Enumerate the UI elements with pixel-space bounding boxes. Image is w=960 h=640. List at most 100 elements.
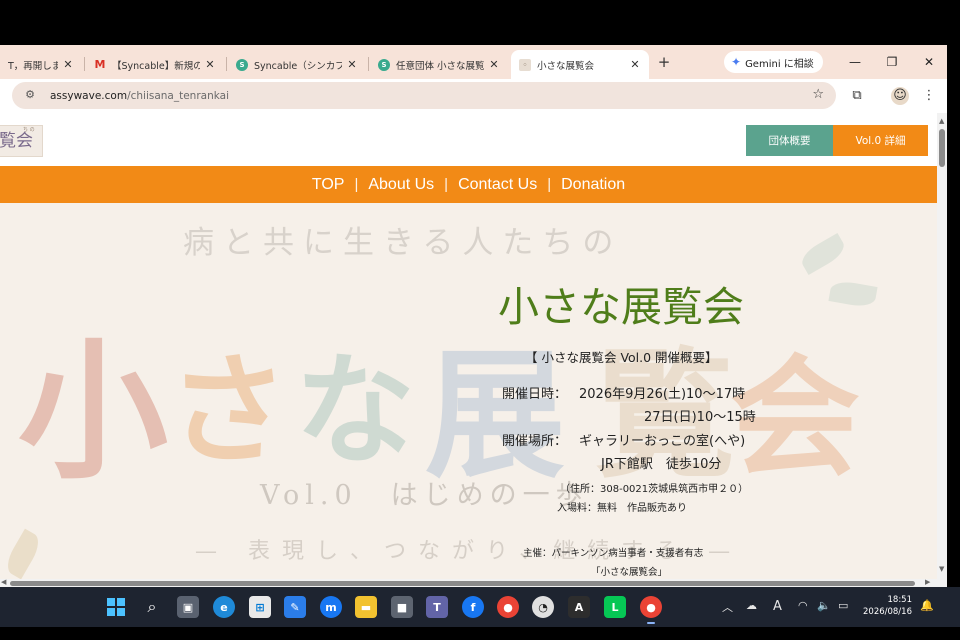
messenger-icon[interactable]: m — [320, 596, 342, 618]
close-tab-icon[interactable]: ✕ — [62, 58, 74, 71]
tab-title: 【Syncable】新規の — [112, 60, 200, 72]
admission-info: 入場料：無料 作品販売あり — [557, 503, 687, 514]
web-page: 覧会 ち の 団体概要 Vol.0 詳細 TOP | About Us | Co… — [0, 113, 937, 579]
place-line-2: JR下館駅 徒歩10分 — [601, 457, 722, 472]
file-explorer-icon[interactable]: ▬ — [355, 596, 377, 618]
url-host: assywave.com — [50, 89, 128, 102]
vertical-scrollbar[interactable]: ▲ ▼ — [937, 113, 947, 579]
clock-time: 18:51 — [887, 595, 913, 605]
restore-button[interactable]: ❐ — [882, 53, 902, 71]
tab-separator — [84, 57, 85, 71]
url-text[interactable]: assywave.com/chiisana_tenrankai — [50, 90, 229, 102]
tab-title: Syncable（シンカブ — [254, 60, 342, 72]
chrome-icon[interactable]: ● — [497, 596, 519, 618]
nav-about-us[interactable]: About Us — [358, 176, 444, 194]
ime-indicator[interactable]: A — [773, 599, 782, 614]
close-tab-icon[interactable]: ✕ — [346, 58, 358, 71]
start-windows-icon[interactable] — [105, 596, 127, 618]
nav-donation[interactable]: Donation — [551, 176, 635, 194]
site-icon: ◦ — [519, 58, 531, 71]
scroll-left-arrow-icon[interactable]: ◀ — [1, 578, 6, 586]
site-logo[interactable]: 覧会 ち の — [0, 125, 43, 157]
venue-address: （住所：308-0021茨城県筑西市甲２０） — [560, 484, 749, 495]
nav-contact-us[interactable]: Contact Us — [448, 176, 547, 194]
site-settings-icon[interactable]: ⚙ — [22, 88, 38, 104]
organization-overview-button[interactable]: 団体概要 — [746, 125, 833, 156]
tab-separator — [226, 57, 227, 71]
gemini-sparkle-icon: ✦ — [731, 55, 742, 69]
onedrive-icon[interactable]: ☁ — [746, 599, 757, 612]
scroll-up-arrow-icon[interactable]: ▲ — [939, 117, 944, 125]
profile-avatar[interactable]: ☺ — [891, 87, 909, 105]
address-bar[interactable]: ⚙ assywave.com/chiisana_tenrankai ☆ — [12, 82, 836, 109]
volume-icon[interactable]: 🔈 — [817, 599, 831, 612]
show-hidden-icons-chevron-icon[interactable]: ︿ — [722, 599, 733, 615]
menu-kebab-icon[interactable]: ⋮ — [920, 87, 938, 105]
nav-separator: | — [444, 176, 449, 193]
leaf-decoration — [1, 528, 45, 579]
screen: T，再開しま ✕ M 【Syncable】新規の ✕ S Syncable（シン… — [0, 0, 960, 640]
event-title: 小さな展覧会 — [498, 283, 744, 331]
horizontal-scrollbar[interactable]: ◀ ▶ — [0, 578, 947, 587]
facebook-icon[interactable]: f — [462, 596, 484, 618]
tab-2[interactable]: M 【Syncable】新規の ✕ — [86, 50, 224, 79]
app-icon[interactable]: ◔ — [532, 596, 554, 618]
minimize-button[interactable]: — — [845, 53, 865, 71]
date-line-1: 2026年9月26(土)10～17時 — [579, 387, 746, 402]
task-view-icon[interactable]: ▣ — [177, 596, 199, 618]
browser-toolbar: ⚙ assywave.com/chiisana_tenrankai ☆ ⧉ ☺ … — [0, 79, 947, 113]
search-icon[interactable]: ⌕ — [141, 596, 163, 618]
chrome-active-icon[interactable]: ● — [640, 596, 662, 624]
url-path: /chiisana_tenrankai — [127, 89, 229, 102]
clock-date: 2026/08/16 — [863, 607, 912, 617]
overview-heading: 【 小さな展覧会 Vol.0 開催概要】 — [525, 350, 718, 365]
nav-top[interactable]: TOP — [302, 176, 355, 194]
nav-separator: | — [354, 176, 359, 193]
date-label: 開催日時： — [502, 387, 568, 402]
notification-bell-icon[interactable]: 🔔 — [920, 599, 934, 612]
gemini-button[interactable]: ✦ Gemini に相談 — [724, 51, 823, 73]
syncable-icon: S — [236, 58, 248, 71]
edge-icon[interactable]: e — [213, 596, 235, 618]
store-icon[interactable]: ⊞ — [249, 596, 271, 618]
extensions-icon[interactable]: ⧉ — [848, 87, 866, 105]
close-tab-icon[interactable]: ✕ — [629, 58, 641, 71]
gemini-label: Gemini に相談 — [745, 58, 814, 70]
hero-background-char: な — [295, 340, 415, 481]
organizer-group: 「小さな展覧会」 — [591, 567, 668, 578]
app-icon[interactable]: ■ — [391, 596, 413, 618]
tab-4[interactable]: S 任意団体 小さな展覧 ✕ — [370, 50, 508, 79]
teams-icon[interactable]: T — [426, 596, 448, 618]
vertical-scroll-thumb[interactable] — [939, 129, 945, 167]
tab-1[interactable]: T，再開しま ✕ — [0, 50, 82, 79]
close-tab-icon[interactable]: ✕ — [204, 58, 216, 71]
tab-5-active[interactable]: ◦ 小さな展覧会 ✕ — [511, 50, 649, 79]
gmail-icon: M — [94, 58, 106, 71]
close-window-button[interactable]: ✕ — [919, 53, 939, 71]
new-tab-button[interactable]: + — [655, 52, 673, 72]
hero-background-char: さ — [168, 340, 288, 481]
scroll-right-arrow-icon[interactable]: ▶ — [925, 578, 930, 586]
app-icon[interactable]: A — [568, 596, 590, 618]
bookmark-star-icon[interactable]: ☆ — [812, 87, 824, 102]
horizontal-scroll-thumb[interactable] — [10, 581, 915, 586]
syncable-icon: S — [378, 58, 390, 71]
place-line-1: ギャラリーおっこの室(へや) — [579, 434, 746, 449]
close-tab-icon[interactable]: ✕ — [488, 58, 500, 71]
battery-icon[interactable]: ▭ — [838, 599, 848, 612]
nav-separator: | — [547, 176, 552, 193]
organizer: 主催：パーキンソン病当事者・支援者有志 — [523, 548, 704, 559]
vol0-details-button[interactable]: Vol.0 詳細 — [833, 125, 928, 156]
event-overview: 小さな展覧会 【 小さな展覧会 Vol.0 開催概要】 開催日時： 2026年9… — [450, 203, 937, 579]
tab-title: 任意団体 小さな展覧 — [396, 60, 484, 72]
hero-background-char: 小 — [18, 324, 169, 500]
line-icon[interactable]: L — [604, 596, 626, 618]
clock[interactable]: 18:51 2026/08/16 — [860, 594, 912, 618]
scroll-down-arrow-icon[interactable]: ▼ — [939, 565, 944, 573]
logo-small-text: ち の — [23, 127, 35, 133]
site-header: 覧会 ち の 団体概要 Vol.0 詳細 — [0, 113, 937, 166]
app-icon[interactable]: ✎ — [284, 596, 306, 618]
tab-3[interactable]: S Syncable（シンカブ ✕ — [228, 50, 366, 79]
hero-section: 病と共に生きる人たちの 小 さ な 展 覧 会 Vol.0 はじめの一歩 — 表… — [0, 203, 937, 579]
wifi-icon[interactable]: ◠ — [798, 599, 808, 612]
